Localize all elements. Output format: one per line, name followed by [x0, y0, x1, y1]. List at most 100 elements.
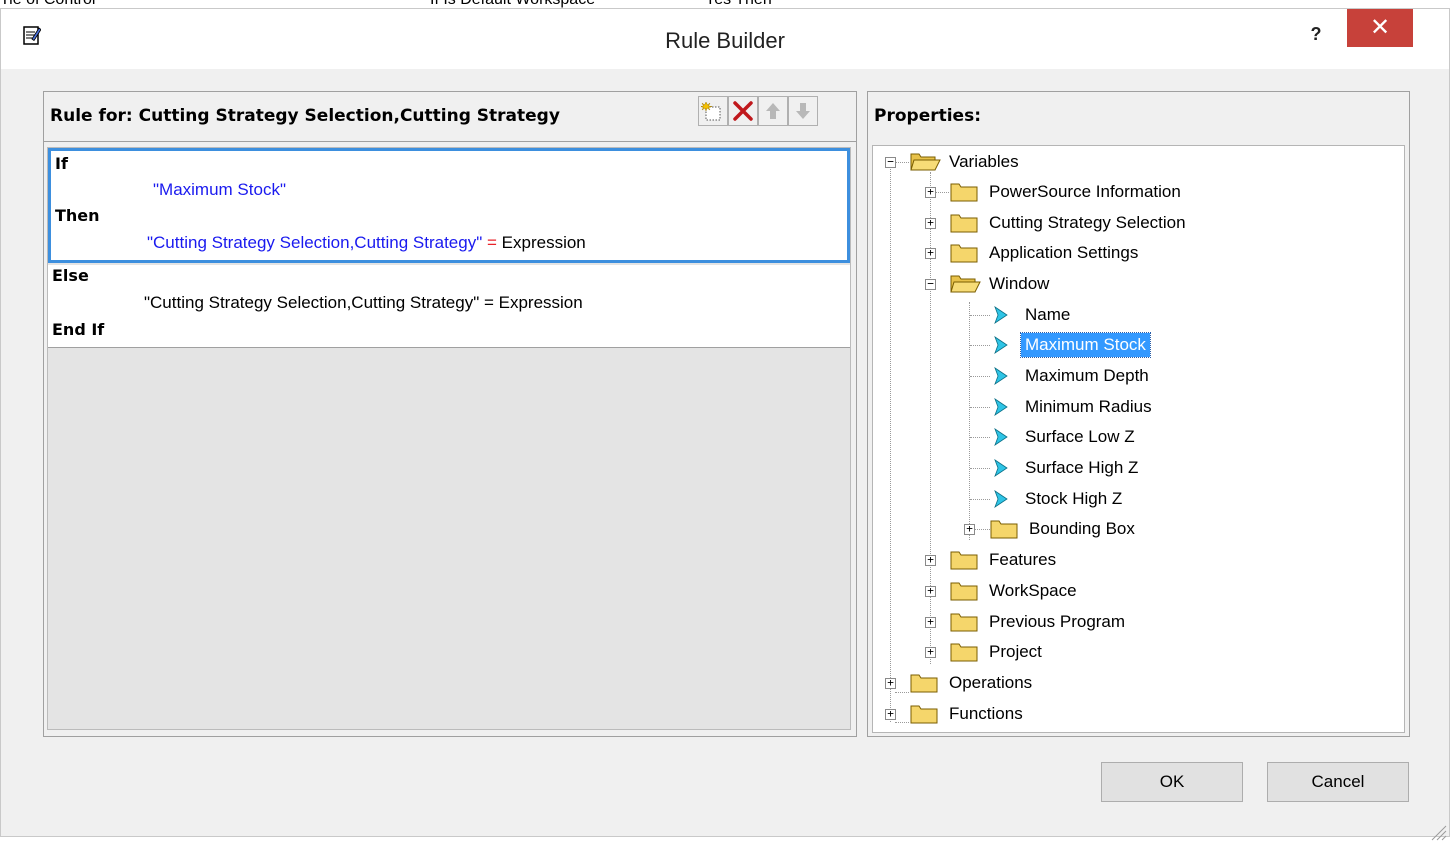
variable-icon [994, 398, 1008, 416]
tree-line [970, 315, 990, 316]
tree-line [970, 376, 990, 377]
node-label: Surface High Z [1025, 458, 1139, 477]
tree-node-previous-program[interactable]: + Previous Program [873, 608, 1404, 636]
else-keyword: Else [52, 266, 89, 285]
new-rule-icon [701, 101, 721, 121]
if-keyword: If [55, 154, 68, 173]
close-button[interactable]: ✕ [1347, 9, 1413, 47]
resize-grip-icon[interactable] [1429, 823, 1447, 841]
node-label: Cutting Strategy Selection [989, 213, 1186, 232]
then-value: Expression [501, 233, 586, 252]
folder-icon [950, 613, 978, 632]
collapse-icon[interactable]: − [885, 156, 896, 168]
folder-icon [950, 643, 978, 662]
folder-icon [910, 705, 938, 724]
dialog-title: Rule Builder [665, 28, 785, 53]
node-label: Stock High Z [1025, 489, 1123, 508]
delete-icon [733, 101, 753, 121]
else-statement[interactable]: "Cutting Strategy Selection,Cutting Stra… [144, 293, 583, 313]
node-label: Features [989, 550, 1057, 569]
folder-icon [910, 674, 938, 693]
tree-node-functions[interactable]: + Functions [873, 700, 1404, 728]
expand-icon[interactable]: + [925, 247, 936, 259]
if-then-block[interactable]: If "Maximum Stock" Then "Cutting Strateg… [48, 148, 850, 263]
properties-panel: Properties: − Variables + PowerSource In… [867, 91, 1410, 737]
folder-icon [990, 520, 1018, 539]
expand-icon[interactable]: + [885, 708, 896, 720]
variable-icon [994, 336, 1008, 354]
folder-icon [950, 214, 978, 233]
tree-line [970, 437, 990, 438]
folder-icon [950, 183, 978, 202]
ok-button[interactable]: OK [1101, 762, 1243, 802]
tree-node-minimum-radius[interactable]: Minimum Radius [873, 393, 1404, 421]
collapse-icon[interactable]: − [925, 278, 936, 290]
tree-node-surface-low-z[interactable]: Surface Low Z [873, 423, 1404, 451]
folder-icon [950, 582, 978, 601]
tree-node-application-settings[interactable]: + Application Settings [873, 239, 1404, 267]
move-down-icon [796, 103, 810, 119]
tree-node-workspace[interactable]: + WorkSpace [873, 577, 1404, 605]
move-down-button[interactable] [788, 96, 818, 126]
expand-icon[interactable]: + [925, 646, 936, 658]
tree-node-bounding-box[interactable]: + Bounding Box [873, 515, 1404, 543]
expand-icon[interactable]: + [925, 554, 936, 566]
tree-node-surface-high-z[interactable]: Surface High Z [873, 454, 1404, 482]
tree-node-name[interactable]: Name [873, 301, 1404, 329]
tree-line [970, 468, 990, 469]
delete-rule-button[interactable] [728, 96, 758, 126]
expand-icon[interactable]: + [925, 186, 936, 198]
folder-icon [950, 244, 978, 263]
properties-tree[interactable]: − Variables + PowerSource Information + [872, 145, 1405, 733]
node-label: Bounding Box [1029, 519, 1135, 538]
node-label: WorkSpace [989, 581, 1077, 600]
tree-node-variables[interactable]: − Variables [873, 148, 1404, 176]
tree-node-stock-high-z[interactable]: Stock High Z [873, 485, 1404, 513]
node-label: Variables [949, 152, 1019, 171]
node-label: Maximum Depth [1025, 366, 1149, 385]
node-label: PowerSource Information [989, 182, 1181, 201]
open-folder-icon [910, 153, 941, 171]
tree-node-features[interactable]: + Features [873, 546, 1404, 574]
node-label: Window [989, 274, 1050, 293]
node-label: Previous Program [989, 612, 1126, 631]
cancel-button[interactable]: Cancel [1267, 762, 1409, 802]
move-up-icon [766, 103, 780, 119]
rule-panel-header: Rule for: Cutting Strategy Selection,Cut… [44, 92, 856, 142]
end-if-keyword: End If [52, 320, 105, 339]
expand-icon[interactable]: + [964, 523, 975, 535]
tree-node-powersource[interactable]: + PowerSource Information [873, 178, 1404, 206]
tree-node-cutting-strategy[interactable]: + Cutting Strategy Selection [873, 209, 1404, 237]
expand-icon[interactable]: + [885, 677, 896, 689]
open-folder-icon [950, 275, 981, 293]
rule-list[interactable]: If "Maximum Stock" Then "Cutting Strateg… [47, 147, 851, 730]
tree-line [970, 499, 990, 500]
then-statement[interactable]: "Cutting Strategy Selection,Cutting Stra… [147, 233, 586, 253]
rule-panel: Rule for: Cutting Strategy Selection,Cut… [43, 91, 857, 737]
tree-node-project[interactable]: + Project [873, 638, 1404, 666]
tree-line [970, 345, 990, 346]
tree-node-operations[interactable]: + Operations [873, 669, 1404, 697]
node-label: Name [1025, 305, 1071, 324]
node-label: Surface Low Z [1025, 427, 1135, 446]
title-bar[interactable]: Rule Builder ? ✕ [1, 9, 1449, 69]
move-up-button[interactable] [758, 96, 788, 126]
rule-builder-dialog: Rule Builder ? ✕ Rule for: Cutting Strat… [0, 8, 1450, 841]
then-operator: = [486, 233, 497, 252]
tree-node-window[interactable]: − Window [873, 270, 1404, 298]
condition-text[interactable]: "Maximum Stock" [153, 180, 286, 200]
expand-icon[interactable]: + [925, 585, 936, 597]
tree-node-maximum-depth[interactable]: Maximum Depth [873, 362, 1404, 390]
expand-icon[interactable]: + [925, 217, 936, 229]
variable-icon [994, 459, 1008, 477]
node-label: Project [989, 642, 1042, 661]
new-rule-button[interactable] [698, 96, 728, 126]
properties-title: Properties: [874, 106, 982, 126]
tree-node-maximum-stock[interactable]: Maximum Stock [873, 331, 1404, 359]
expand-icon[interactable]: + [925, 616, 936, 628]
node-label: Operations [949, 673, 1033, 692]
node-label: Application Settings [989, 243, 1139, 262]
else-block[interactable]: Else "Cutting Strategy Selection,Cutting… [48, 265, 850, 348]
help-button[interactable]: ? [1297, 19, 1335, 49]
folder-icon [950, 551, 978, 570]
